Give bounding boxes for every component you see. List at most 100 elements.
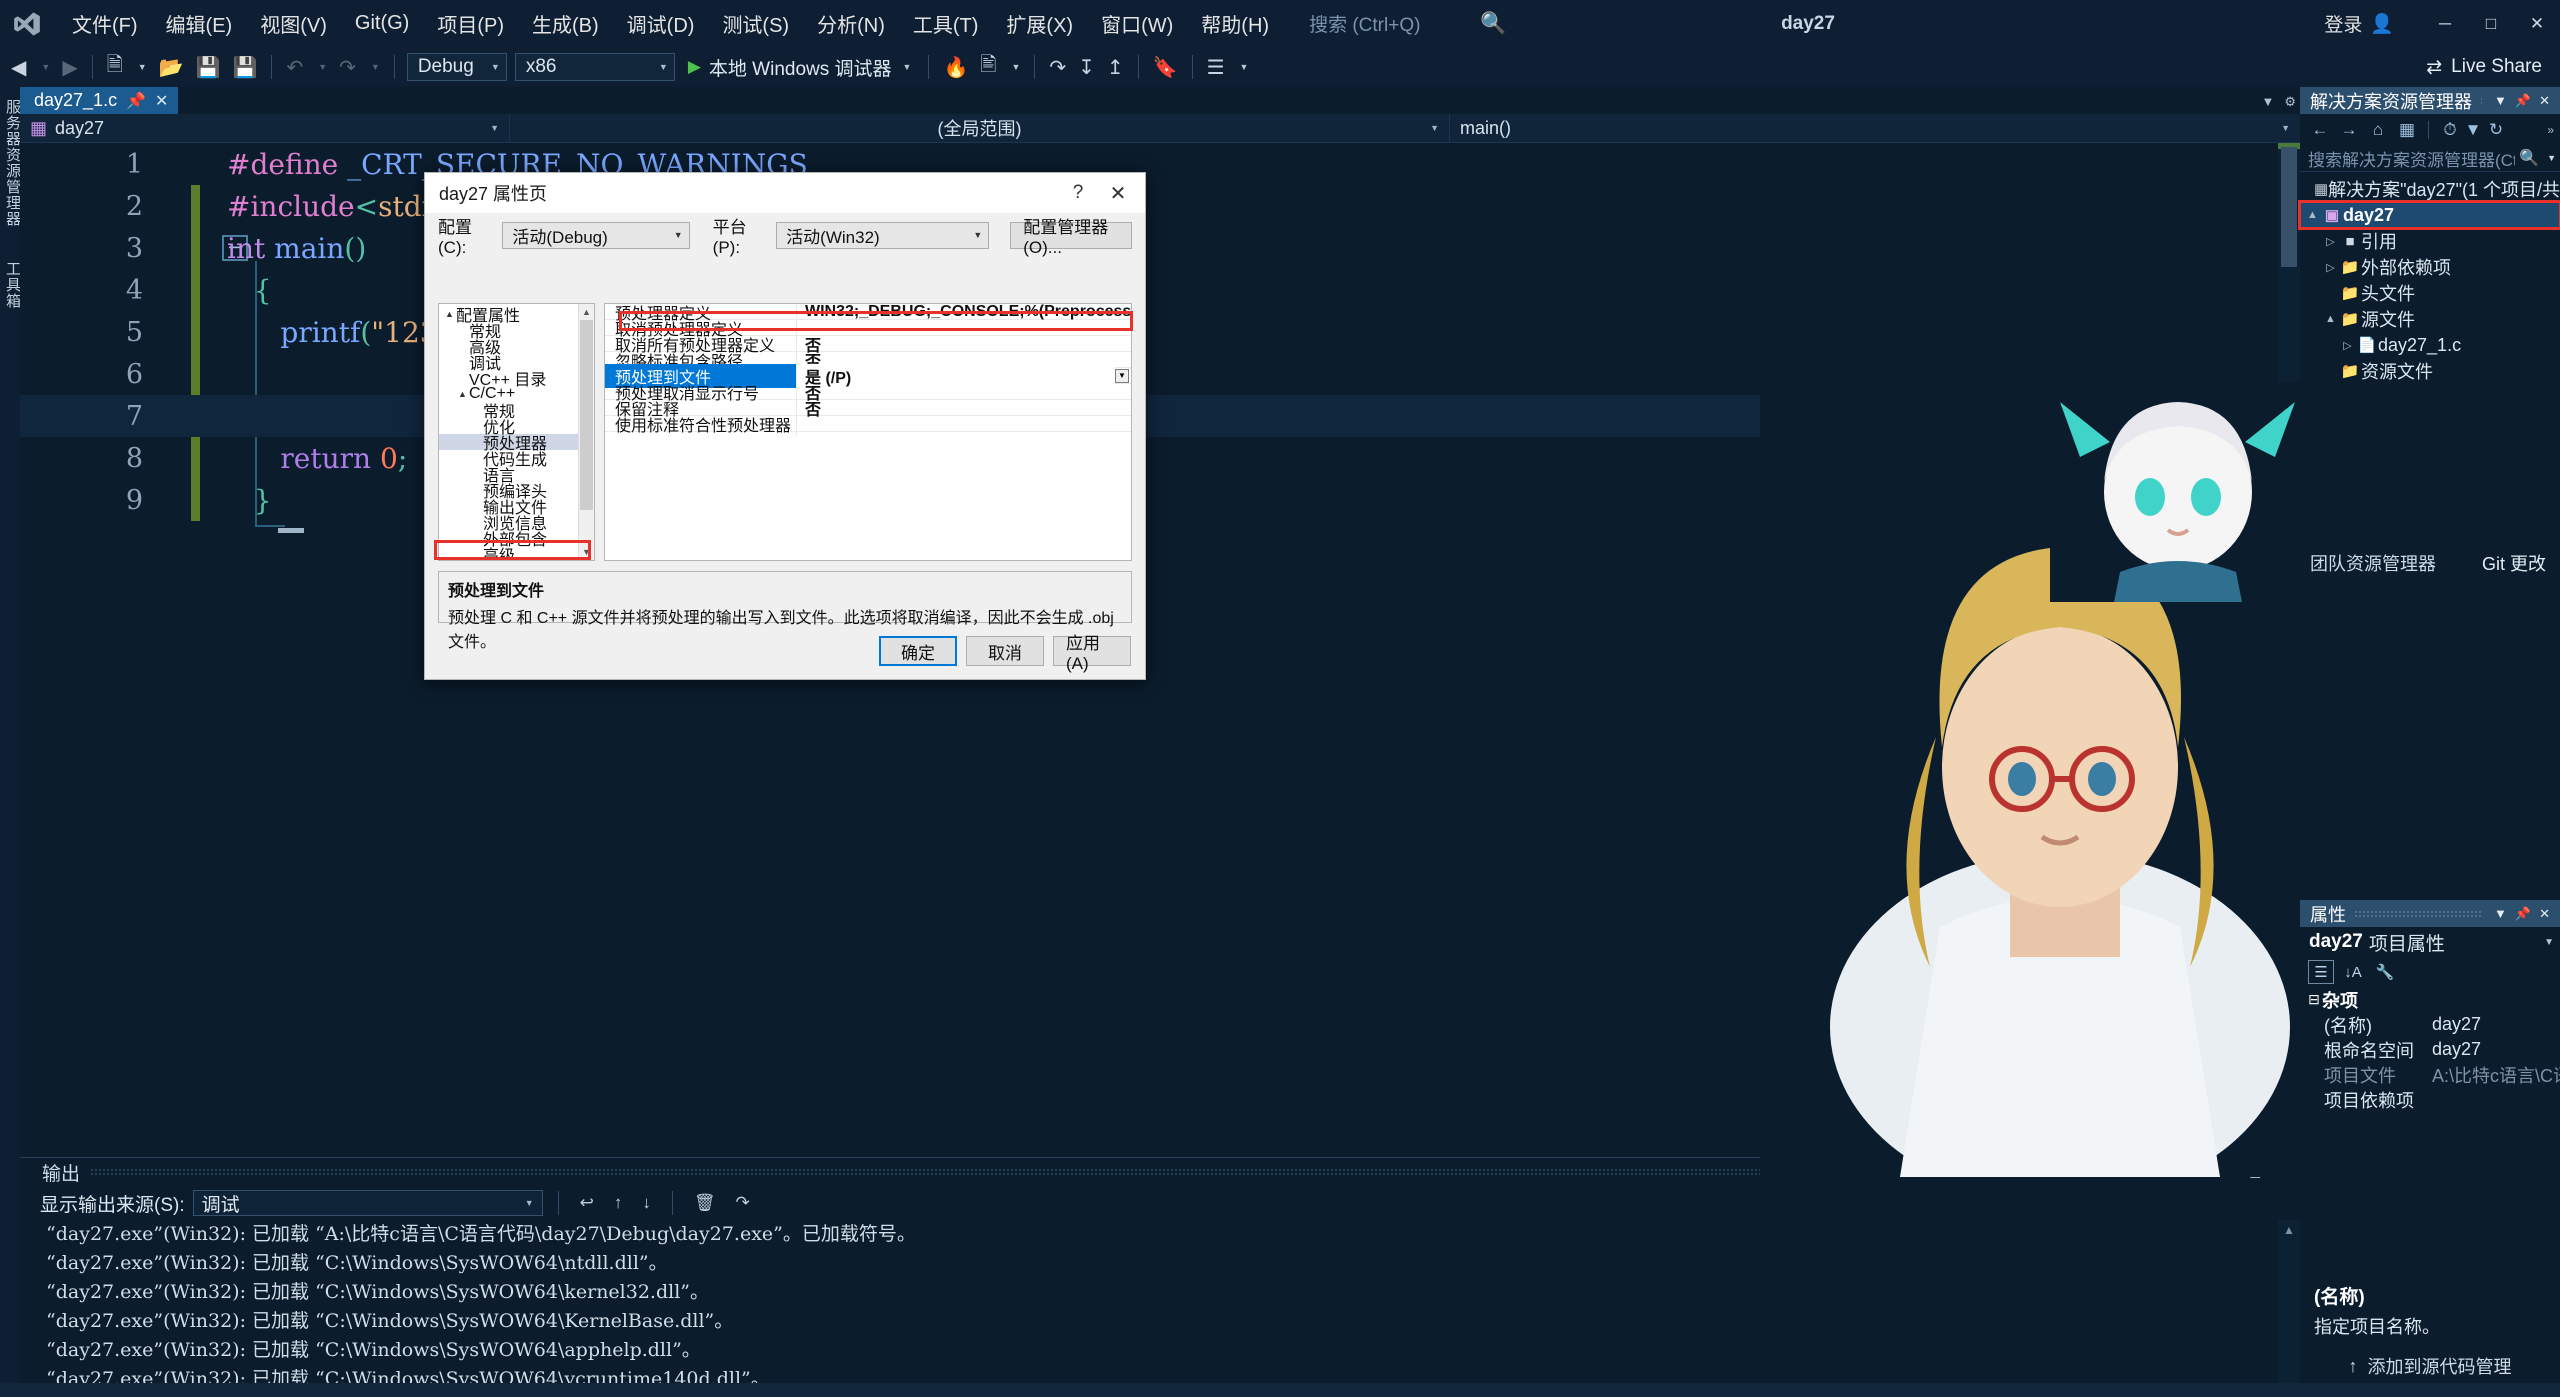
properties-category-misc[interactable]: ⊟ 杂项: [2300, 987, 2560, 1012]
solution-explorer-search[interactable]: 搜索解决方案资源管理器(Ctrl 🔍 ▼: [2300, 145, 2560, 172]
categorized-view-icon[interactable]: ☰: [2308, 960, 2334, 984]
cancel-button[interactable]: 取消: [966, 636, 1044, 666]
tree-arrow[interactable]: ▷: [2322, 261, 2339, 274]
menu-item-build[interactable]: 生成(B): [518, 3, 613, 44]
find-message-icon[interactable]: ↩: [574, 1193, 600, 1213]
dialog-property-grid[interactable]: 预处理器定义 WIN32;_DEBUG;_CONSOLE;%(Preproces…: [604, 303, 1132, 561]
config-select[interactable]: 活动(Debug) ▼: [502, 221, 690, 249]
forward-icon-se[interactable]: →: [2336, 117, 2362, 143]
dlg-tree-advanced[interactable]: 高级: [439, 338, 578, 357]
alphabetical-sort-icon[interactable]: ↓A: [2340, 960, 2366, 984]
dialog-tree-scroll-thumb[interactable]: [580, 320, 593, 510]
preview-dropdown-icon[interactable]: ▼: [1003, 51, 1025, 83]
scrollbar-thumb[interactable]: [2281, 147, 2297, 267]
search-icon-se[interactable]: 🔍: [2515, 148, 2543, 168]
minimize-button[interactable]: ─: [2422, 0, 2468, 47]
maximize-button[interactable]: □: [2468, 0, 2514, 47]
git-changes-tab[interactable]: Git 更改: [2482, 550, 2546, 576]
apply-button[interactable]: 应用(A): [1053, 634, 1131, 673]
tree-node-file-day27_1c[interactable]: ▷ 📄 day27_1.c: [2300, 332, 2560, 358]
menu-item-project[interactable]: 项目(P): [423, 3, 518, 44]
scroll-down-icon-dialog[interactable]: ▼: [579, 544, 594, 560]
redo-dropdown-icon[interactable]: ▼: [363, 51, 385, 83]
tree-node-source-files[interactable]: ▲ 📁 源文件: [2300, 306, 2560, 332]
pin-icon-properties[interactable]: 📌: [2511, 906, 2535, 922]
dialog-close-icon[interactable]: ✕: [1097, 176, 1139, 210]
property-value[interactable]: day27: [2432, 1039, 2560, 1060]
dlg-tree-config-properties[interactable]: ▲ 配置属性: [439, 306, 578, 325]
navigate-back-icon[interactable]: ◀: [6, 51, 31, 83]
nav-project-select[interactable]: ▦ day27 ▼: [20, 113, 510, 143]
property-row-project-dependencies[interactable]: 项目依赖项: [2300, 1087, 2560, 1112]
property-pages-icon[interactable]: 🔧: [2372, 960, 2398, 984]
save-all-icon[interactable]: 💾: [228, 51, 263, 83]
properties-drag-handle[interactable]: [2354, 909, 2483, 918]
help-icon[interactable]: ?: [1059, 176, 1097, 210]
start-debugging-button[interactable]: ▶ 本地 Windows 调试器 ▼: [680, 54, 920, 81]
menu-item-extensions[interactable]: 扩展(X): [992, 3, 1087, 44]
tree-node-project-day27[interactable]: ▲ ▣ day27: [2298, 200, 2560, 230]
solution-explorer-menu-icon[interactable]: ▼: [2490, 93, 2511, 108]
step-out-icon[interactable]: ↥: [1102, 51, 1129, 83]
tree-arrow[interactable]: ▲: [2304, 209, 2321, 221]
toggle-wordwrap-icon[interactable]: ↷: [729, 1193, 755, 1213]
pin-icon[interactable]: 📌: [126, 91, 146, 111]
close-window-button[interactable]: ✕: [2514, 0, 2560, 47]
menu-item-edit[interactable]: 编辑(E): [152, 3, 247, 44]
platform-select[interactable]: 活动(Win32) ▼: [776, 221, 990, 249]
chevron-down-icon-se-search[interactable]: ▼: [2543, 153, 2560, 163]
minus-icon[interactable]: ⊟: [2306, 991, 2322, 1008]
menu-item-view[interactable]: 视图(V): [246, 3, 341, 44]
dialog-category-tree[interactable]: ▲ 配置属性 常规 高级 调试 VC++ 目录 ▲ C/C++ 常规 优化 预处理器…: [438, 303, 595, 561]
tree-arrow[interactable]: ▲: [443, 309, 456, 319]
scroll-up-icon-dialog[interactable]: ▲: [579, 304, 594, 320]
menu-item-git[interactable]: Git(G): [341, 6, 423, 41]
live-share-button[interactable]: ⇄ Live Share: [2426, 56, 2542, 79]
solution-configuration-select[interactable]: Debug ▼: [406, 53, 507, 81]
close-icon-properties[interactable]: ✕: [2535, 906, 2554, 922]
save-icon[interactable]: 💾: [191, 51, 226, 83]
tree-node-header-files[interactable]: 📁 头文件: [2300, 280, 2560, 306]
comment-icon[interactable]: ☰: [1202, 51, 1230, 83]
se-overflow-icon[interactable]: »: [2547, 123, 2554, 137]
menu-item-test[interactable]: 测试(S): [708, 3, 803, 44]
pin-icon-solution-explorer[interactable]: 📌: [2511, 93, 2535, 109]
step-into-icon[interactable]: ↧: [1073, 51, 1100, 83]
pending-changes-icon[interactable]: ⏱: [2437, 117, 2463, 143]
back-dropdown-icon[interactable]: ▼: [33, 51, 55, 83]
menu-item-window[interactable]: 窗口(W): [1087, 3, 1187, 44]
home-icon-se[interactable]: ⌂: [2365, 117, 2391, 143]
grid-value[interactable]: 否: [797, 396, 1131, 420]
solution-explorer-drag-handle[interactable]: [2480, 96, 2483, 105]
tab-overflow-icon[interactable]: ▼: [2261, 94, 2274, 110]
search-icon[interactable]: 🔍: [1480, 12, 1506, 36]
new-project-icon[interactable]: 🗎: [102, 51, 128, 83]
team-explorer-tab[interactable]: 团队资源管理器: [2300, 550, 2436, 576]
solution-view-icon[interactable]: ▦: [2394, 117, 2420, 143]
menu-item-file[interactable]: 文件(F): [58, 3, 152, 44]
properties-grid[interactable]: ⊟ 杂项 (名称) day27 根命名空间 day27 项目文件 A:\比特c语…: [2300, 987, 2560, 1112]
goto-next-icon[interactable]: ↓: [636, 1193, 657, 1213]
tree-node-references[interactable]: ▷ ■ 引用: [2300, 228, 2560, 254]
global-search[interactable]: 搜索 (Ctrl+Q) 🔍: [1309, 10, 1729, 37]
grid-value[interactable]: WIN32;_DEBUG;_CONSOLE;%(PreprocessorDefi…: [797, 304, 1131, 321]
solution-tree[interactable]: ▦ 解决方案"day27"(1 个项目/共 ▲ ▣ day27 ▷ ■ 引用 ▷…: [2298, 172, 2560, 384]
properties-object-dropdown-icon[interactable]: ▼: [2544, 937, 2554, 948]
undo-icon[interactable]: ↶: [281, 51, 308, 83]
output-text[interactable]: “day27.exe”(Win32): 已加载 “A:\比特c语言\C语言代码\…: [20, 1220, 2300, 1397]
editor-settings-icon[interactable]: ⚙: [2284, 94, 2296, 110]
property-row-root-namespace[interactable]: 根命名空间 day27: [2300, 1037, 2560, 1062]
dlg-tree-vcpp-directories[interactable]: VC++ 目录: [439, 370, 578, 389]
tree-node-solution[interactable]: ▦ 解决方案"day27"(1 个项目/共: [2300, 176, 2560, 202]
back-icon-se[interactable]: ←: [2307, 117, 2333, 143]
nav-member-select[interactable]: main() ▼: [1450, 114, 2300, 143]
property-value[interactable]: day27: [2432, 1014, 2560, 1035]
output-source-select[interactable]: 调试 ▼: [192, 1190, 543, 1216]
open-file-icon[interactable]: 📂: [154, 51, 189, 83]
preview-icon[interactable]: 🖹: [975, 51, 1001, 83]
tree-node-external-deps[interactable]: ▷ 📁 外部依赖项: [2300, 254, 2560, 280]
properties-menu-icon[interactable]: ▼: [2490, 906, 2511, 921]
menu-item-tools[interactable]: 工具(T): [899, 3, 993, 44]
refresh-icon-se[interactable]: ↻: [2483, 117, 2509, 143]
new-dropdown-icon[interactable]: ▼: [130, 51, 152, 83]
